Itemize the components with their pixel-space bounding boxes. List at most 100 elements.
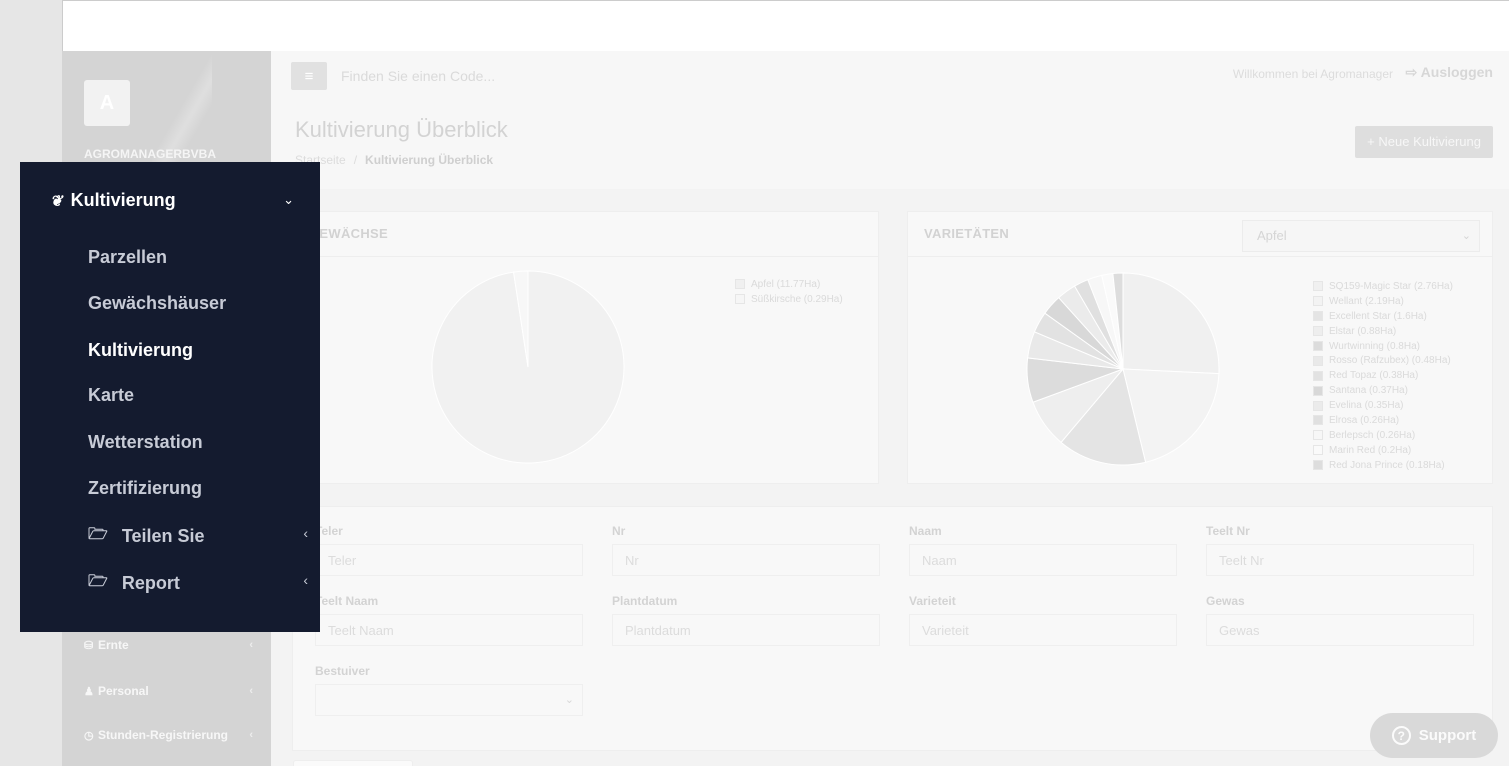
submenu-item-gewaechshaeuser[interactable]: Gewächshäuser <box>88 293 226 314</box>
filter-nr-input[interactable] <box>612 544 880 576</box>
legend-item[interactable]: Wurtwinning (0.8Ha) <box>1313 339 1453 354</box>
filter-gewas-input[interactable] <box>1206 614 1474 646</box>
filter-teelt-nr-input[interactable] <box>1206 544 1474 576</box>
legend-label: Evelina (0.35Ha) <box>1329 400 1404 412</box>
company-avatar[interactable]: A <box>84 80 130 126</box>
pie-slice-sq159-magic-star[interactable] <box>1122 272 1220 375</box>
submenu-item-kultivierung[interactable]: Kultivierung <box>88 340 193 361</box>
legend-swatch <box>1313 370 1323 381</box>
filter-label-naam: Naam <box>909 524 942 538</box>
legend-item[interactable]: Elrosa (0.26Ha) <box>1313 413 1453 428</box>
sidebar-item-ernte[interactable]: ⛁ Ernte ‹ <box>62 630 271 660</box>
legend-swatch <box>1313 355 1323 366</box>
chevron-down-icon: ⌄ <box>283 192 294 207</box>
bottom-tab[interactable] <box>293 760 413 766</box>
filter-teler-input[interactable] <box>315 544 583 576</box>
filter-label-gewas: Gewas <box>1206 594 1245 608</box>
legend-item[interactable]: Evelina (0.35Ha) <box>1313 398 1453 413</box>
breadcrumb-separator: / <box>353 153 358 167</box>
submenu-header[interactable]: ❦ Kultivierung <box>50 190 176 211</box>
submenu-folder-label: Report <box>121 573 180 593</box>
legend-item[interactable]: Süßkirsche (0.29Ha) <box>735 292 843 307</box>
legend-label: Santana (0.37Ha) <box>1329 385 1408 397</box>
legend-swatch <box>1313 326 1323 337</box>
main-area: ≡ Willkommen bei Agromanager ⇨ Ausloggen… <box>271 51 1509 766</box>
menu-toggle-button[interactable]: ≡ <box>291 62 327 90</box>
legend-label: Wurtwinning (0.8Ha) <box>1329 340 1420 352</box>
legend-label: Rosso (Rafzubex) (0.48Ha) <box>1329 355 1451 367</box>
legend-swatch <box>735 294 745 305</box>
support-button[interactable]: ? Support <box>1370 713 1498 758</box>
legend-item[interactable]: Rosso (Rafzubex) (0.48Ha) <box>1313 353 1453 368</box>
legend-item[interactable]: Marin Red (0.2Ha) <box>1313 443 1453 458</box>
legend-label: Red Jona Prince (0.18Ha) <box>1329 459 1445 471</box>
legend-label: Berlepsch (0.26Ha) <box>1329 429 1416 441</box>
submenu-item-zertifizierung[interactable]: Zertifizierung <box>88 478 202 499</box>
hamburger-icon: ≡ <box>304 67 314 85</box>
legend-label: Süßkirsche (0.29Ha) <box>751 293 843 305</box>
legend-label: Elrosa (0.26Ha) <box>1329 414 1400 426</box>
legend-item[interactable]: Apfel (11.77Ha) <box>735 277 843 292</box>
submenu-folder-teilen-sie[interactable]: 🗁 Teilen Sie <box>88 523 205 550</box>
submenu-item-karte[interactable]: Karte <box>88 385 134 406</box>
logout-link[interactable]: ⇨ Ausloggen <box>1406 64 1493 81</box>
chevron-down-icon: ⌄ <box>564 694 574 706</box>
code-search-input[interactable] <box>341 65 741 87</box>
legend-swatch <box>1313 311 1323 322</box>
varieties-card: VARIETÄTEN Apfel ⌄ SQ159-Magic Star (2.76… <box>907 211 1493 484</box>
legend-label: Apfel (11.77Ha) <box>751 278 821 290</box>
bestuiver-select[interactable]: ⌄ <box>315 684 583 716</box>
legend-item[interactable]: Santana (0.37Ha) <box>1313 383 1453 398</box>
crops-pie-chart <box>431 270 625 464</box>
legend-item[interactable]: Excellent Star (1.6Ha) <box>1313 309 1453 324</box>
submenu-item-parzellen[interactable]: Parzellen <box>88 247 167 268</box>
submenu-item-wetterstation[interactable]: Wetterstation <box>88 432 203 453</box>
sidebar-item-personal[interactable]: ♟ Personal ‹ <box>62 676 271 706</box>
crops-card: GEWÄCHSE Apfel (11.77Ha) Süßkirsche (0.2… <box>292 211 879 484</box>
legend-swatch <box>1313 385 1323 396</box>
chevron-left-icon: ‹ <box>303 572 308 588</box>
page-title: Kultivierung Überblick <box>295 117 508 142</box>
kultivierung-submenu: ❦ Kultivierung ⌄ Parzellen Gewächshäuser… <box>20 162 320 632</box>
legend-swatch <box>1313 281 1323 292</box>
basket-icon: ⛁ <box>84 639 94 652</box>
submenu-folder-report[interactable]: 🗁 Report <box>88 570 180 597</box>
legend-item[interactable]: Berlepsch (0.26Ha) <box>1313 428 1453 443</box>
legend-label: Marin Red (0.2Ha) <box>1329 444 1412 456</box>
filter-naam-input[interactable] <box>909 544 1177 576</box>
filter-panel: Teler Nr Naam Teelt Nr Teelt Naam Plantd… <box>292 506 1493 751</box>
logout-label: Ausloggen <box>1420 64 1493 80</box>
logout-icon: ⇨ <box>1405 64 1421 80</box>
user-icon: ♟ <box>84 685 94 698</box>
legend-swatch <box>1313 415 1323 426</box>
legend-label: Excellent Star (1.6Ha) <box>1329 310 1427 322</box>
submenu-folder-label: Teilen Sie <box>121 526 205 546</box>
filter-label-plantdatum: Plantdatum <box>612 594 678 608</box>
legend-item[interactable]: Elstar (0.88Ha) <box>1313 324 1453 339</box>
legend-swatch <box>1313 400 1323 411</box>
legend-item[interactable]: Wellant (2.19Ha) <box>1313 294 1453 309</box>
support-label: Support <box>1418 727 1477 744</box>
chevron-left-icon: ‹ <box>303 525 308 541</box>
breadcrumb: Startseite / Kultivierung Überblick <box>295 153 493 167</box>
filter-varieteit-input[interactable] <box>909 614 1177 646</box>
filter-label-teelt-naam: Teelt Naam <box>315 594 379 608</box>
top-band <box>63 1 1509 51</box>
sidebar-item-stunden-registrierung[interactable]: ◷ Stunden-Registrierung ‹ <box>62 720 271 750</box>
page-header: Kultivierung Überblick Startseite / Kultiv… <box>271 99 1509 189</box>
filter-teelt-naam-input[interactable] <box>315 614 583 646</box>
chevron-left-icon: ‹ <box>249 639 253 651</box>
filter-label-nr: Nr <box>612 524 626 538</box>
breadcrumb-current: Kultivierung Überblick <box>365 153 494 167</box>
filter-plantdatum-input[interactable] <box>612 614 880 646</box>
legend-item[interactable]: Red Topaz (0.38Ha) <box>1313 368 1453 383</box>
legend-item[interactable]: Red Jona Prince (0.18Ha) <box>1313 458 1453 473</box>
top-navbar: ≡ Willkommen bei Agromanager ⇨ Ausloggen <box>271 51 1509 99</box>
legend-item[interactable]: SQ159-Magic Star (2.76Ha) <box>1313 279 1453 294</box>
help-icon: ? <box>1391 726 1411 745</box>
chevron-left-icon: ‹ <box>249 685 253 697</box>
submenu-title: Kultivierung <box>70 190 176 210</box>
chevron-left-icon: ‹ <box>249 729 253 741</box>
filter-label-bestuiver: Bestuiver <box>315 664 370 678</box>
new-cultivation-button[interactable]: + Neue Kultivierung <box>1355 126 1493 158</box>
